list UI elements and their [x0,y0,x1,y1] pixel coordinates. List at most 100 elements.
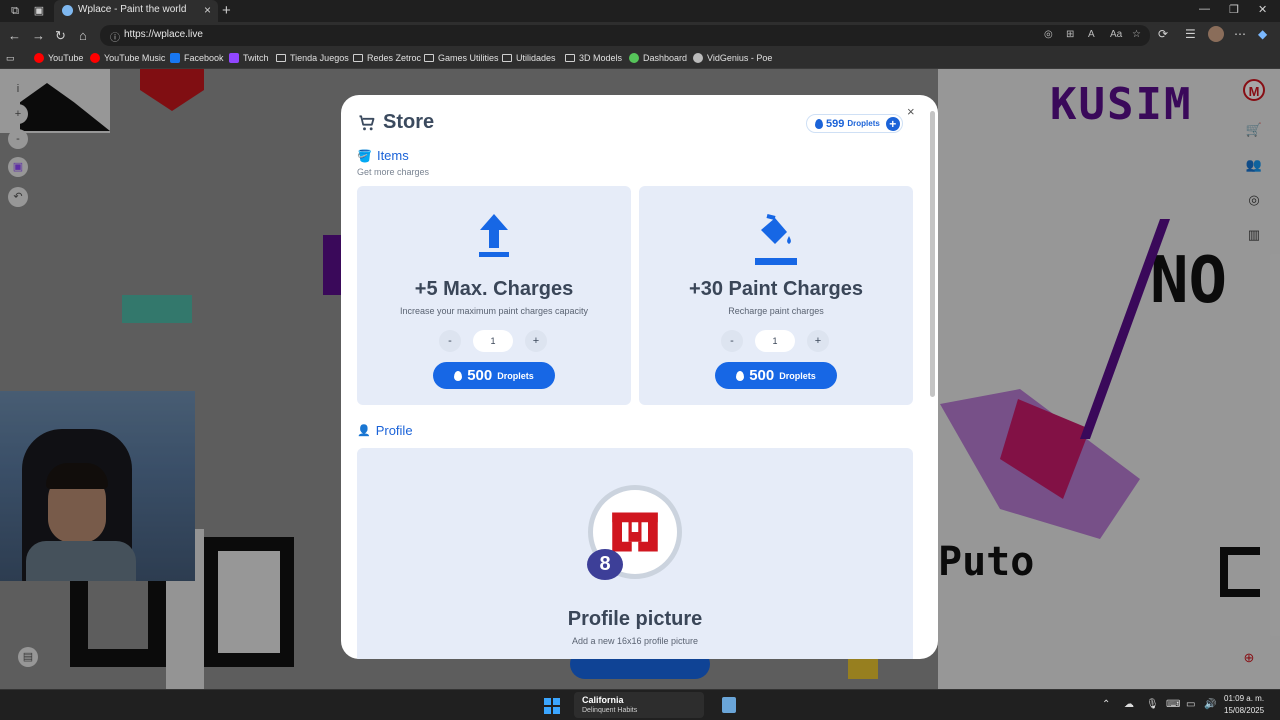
droplet-icon [815,118,823,129]
bookmark-facebook[interactable]: Facebook [170,53,224,63]
price-unit: Droplets [497,370,534,381]
buy-max-charges-button[interactable]: 500 Droplets [433,362,555,389]
store-item-max-charges: +5 Max. Charges Increase your maximum pa… [357,186,631,405]
home-icon[interactable]: ⌂ [79,28,87,43]
folder-icon [424,54,434,62]
browser-nav-bar: ← → ↻ ⌂ ⓘ https://wplace.live ◎ ⊞ A Aa ☆… [0,22,1280,49]
url-text[interactable]: https://wplace.live [124,29,203,40]
decrement-button[interactable]: - [439,330,461,352]
display-icon[interactable]: ▭ [1186,699,1195,710]
bookmark-youtube-music[interactable]: YouTube Music [90,53,165,63]
add-droplets-button[interactable]: + [885,117,900,131]
item-title: +5 Max. Charges [414,278,574,300]
items-heading-text: Items [376,148,409,163]
poe-icon [693,53,703,63]
folder-icon [353,54,363,62]
quantity-field[interactable]: 1 [473,330,513,352]
close-modal-button[interactable]: × [907,104,915,119]
bookmark-dashboard[interactable]: Dashboard [629,53,687,63]
droplets-amount: 599 [826,117,845,130]
microphone-icon[interactable]: 🎙 [1146,699,1159,710]
browser-tab[interactable]: Wplace - Paint the world × [54,0,218,22]
more-menu-icon[interactable]: ⋯ [1234,27,1246,41]
bookmark-utilidades[interactable]: Utilidades [502,53,556,63]
volume-icon[interactable]: 🔊 [1204,699,1216,710]
media-widget[interactable]: California Delinquent Habits [574,692,704,718]
site-info-icon[interactable]: ⓘ [110,29,120,44]
restore-icon[interactable]: ❐ [1229,3,1239,16]
twitch-icon [229,53,239,63]
quantity-field[interactable]: 1 [755,330,795,352]
bookmark-youtube[interactable]: YouTube [34,53,83,63]
calculator-app-icon[interactable] [722,697,736,713]
bookmarks-bar: ▭ YouTube YouTube Music Facebook Twitch … [0,49,1280,69]
close-tab-icon[interactable]: × [204,3,211,17]
favorite-star-icon[interactable]: ☆ [1132,29,1141,40]
location-icon[interactable]: ◎ [1044,29,1053,40]
profile-avatar[interactable] [1208,26,1224,42]
price-amount: 500 [467,367,493,384]
buy-paint-charges-button[interactable]: 500 Droplets [715,362,837,389]
onedrive-icon[interactable]: ☁ [1124,699,1134,710]
reader-icon[interactable]: Aa [1110,29,1122,40]
store-title: Store [383,111,435,133]
decrement-button[interactable]: - [721,330,743,352]
workspaces-icon[interactable]: ⧉ [8,4,22,18]
droplets-balance: 599 Droplets + [806,114,903,133]
modal-scrollbar[interactable] [930,111,935,397]
start-button[interactable] [544,698,560,714]
tray-chevron-icon[interactable]: ⌃ [1102,699,1110,710]
clock-time: 01:09 a. m. [1224,694,1265,703]
media-title: California [582,695,624,705]
bookmark-3d-models[interactable]: 3D Models [565,53,622,63]
address-bar[interactable]: ⓘ https://wplace.live ◎ ⊞ A Aa ☆ [100,25,1150,46]
window-close-icon[interactable]: ✕ [1258,3,1267,16]
folder-icon [565,54,575,62]
extensions-icon[interactable]: ⟳ [1158,27,1168,41]
bookmark-tienda-juegos[interactable]: Tienda Juegos [276,53,349,63]
profile-picture-description: Add a new 16x16 profile picture [571,636,699,646]
new-tab-button[interactable]: + [222,2,231,19]
bookmark-twitch[interactable]: Twitch [229,53,269,63]
favorites-icon[interactable]: ☰ [1185,27,1196,41]
increment-button[interactable]: + [807,330,829,352]
price-amount: 500 [749,367,775,384]
item-description: Increase your maximum paint charges capa… [399,306,589,316]
store-item-profile-picture: 8 Profile picture Add a new 16x16 profil… [357,448,913,659]
store-header: Store [357,111,434,134]
tab-actions-icon[interactable]: ▣ [32,4,46,18]
item-title: +30 Paint Charges [689,278,863,300]
increment-button[interactable]: + [525,330,547,352]
tab-title: Wplace - Paint the world [78,4,187,15]
apps-icon[interactable]: ⊞ [1066,29,1074,40]
reading-list-icon[interactable]: ▭ [6,53,15,64]
refresh-icon[interactable]: ↻ [55,28,66,44]
folder-icon [502,54,512,62]
profile-heading-text: Profile [375,423,413,438]
folder-icon [276,54,286,62]
copilot-icon[interactable]: ◆ [1258,27,1267,41]
back-icon[interactable]: ← [8,28,21,43]
youtube-music-icon [90,53,100,63]
system-clock[interactable]: 01:09 a. m. 15/08/2025 [1224,693,1264,717]
media-artist: Delinquent Habits [582,707,638,714]
droplets-unit: Droplets [847,119,880,128]
youtube-icon [34,53,44,63]
bookmark-redes-zetroc[interactable]: Redes Zetroc [353,53,421,63]
wplace-favicon-icon [62,5,73,16]
bookmark-vidgenius-poe[interactable]: VidGenius - Poe [693,53,772,63]
quantity-stepper: - 1 + [721,330,831,352]
profile-picture-title: Profile picture [567,608,703,630]
browser-tab-bar: ⧉ ▣ Wplace - Paint the world × + — ❐ ✕ [0,0,1280,22]
store-item-paint-charges: +30 Paint Charges Recharge paint charges… [639,186,913,405]
minimize-icon[interactable]: — [1199,3,1210,15]
items-subtitle: Get more charges [357,167,430,177]
keyboard-icon[interactable]: ⌨ [1166,699,1180,710]
translate-icon[interactable]: A [1088,29,1095,40]
windows-taskbar: California Delinquent Habits ⌃ ☁ 🎙 ⌨ ▭ 🔊… [0,689,1280,720]
paint-bucket-small-icon: 🪣 [357,148,372,163]
wplace-logo-icon [612,512,658,552]
store-modal: Store 599 Droplets + × 🪣 Items Get more … [341,95,938,659]
forward-icon[interactable]: → [32,28,45,43]
bookmark-games-utilities[interactable]: Games Utilities [424,53,499,63]
